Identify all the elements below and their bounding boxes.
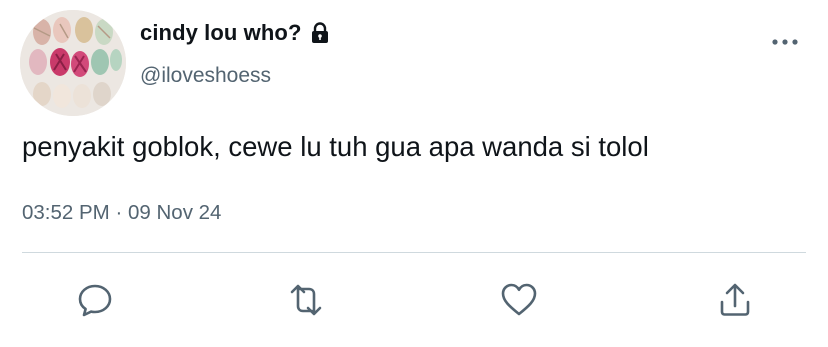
retweet-icon xyxy=(290,284,322,316)
display-name[interactable]: cindy lou who? xyxy=(140,20,302,46)
display-name-row: cindy lou who? xyxy=(140,20,330,46)
heart-icon xyxy=(501,283,537,316)
tweet-card: cindy lou who? @iloveshoess penyakit gob… xyxy=(0,0,828,347)
avatar-shoes-image xyxy=(20,10,126,116)
user-handle[interactable]: @iloveshoess xyxy=(140,64,271,88)
share-icon xyxy=(720,283,750,316)
lock-icon xyxy=(310,22,330,44)
more-options-button[interactable] xyxy=(768,32,802,52)
tweet-timestamp[interactable]: 03:52 PM · 09 Nov 24 xyxy=(22,201,221,225)
reply-bubble-icon xyxy=(78,284,112,317)
tweet-time: 03:52 PM xyxy=(22,201,110,224)
like-button[interactable] xyxy=(497,278,541,322)
share-button[interactable] xyxy=(713,278,757,322)
reply-button[interactable] xyxy=(73,278,117,322)
tweet-date: 09 Nov 24 xyxy=(127,201,222,224)
meta-separator: · xyxy=(115,201,123,224)
retweet-button[interactable] xyxy=(284,278,328,322)
more-horizontal-icon xyxy=(772,39,798,45)
divider xyxy=(22,252,806,253)
tweet-text: penyakit goblok, cewe lu tuh gua apa wan… xyxy=(22,131,649,162)
avatar[interactable] xyxy=(20,10,126,116)
